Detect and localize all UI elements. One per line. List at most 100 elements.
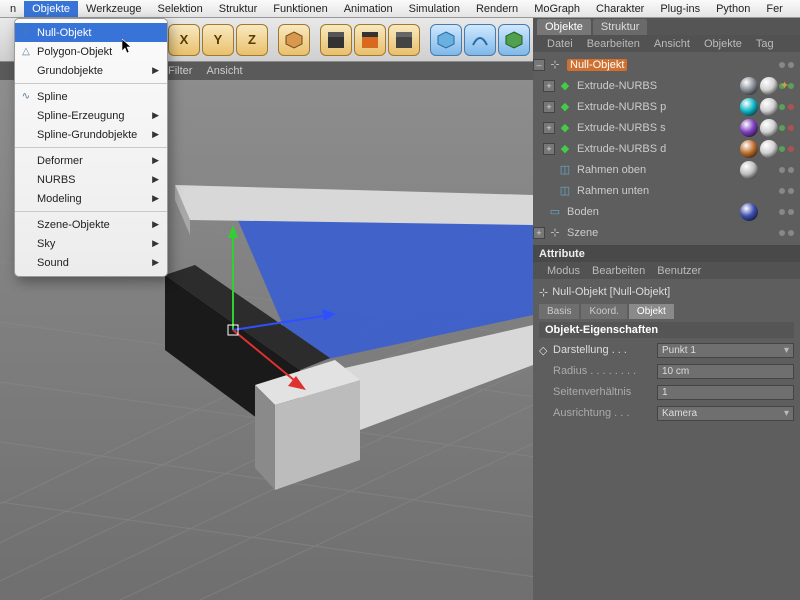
tab-koord[interactable]: Koord. [581, 304, 626, 319]
material-tag[interactable] [740, 77, 758, 95]
prop-dropdown[interactable]: Punkt 1 [657, 343, 794, 358]
material-tag[interactable] [760, 119, 778, 137]
object-row[interactable]: +⊹Szene [533, 222, 800, 243]
material-tag[interactable] [740, 98, 758, 116]
expand-toggle[interactable]: + [543, 143, 555, 155]
attr-menu-benutzer[interactable]: Benutzer [657, 265, 701, 277]
submenu-arrow-icon: ▶ [152, 129, 159, 140]
null-icon: ⊹ [19, 26, 33, 40]
submenu-arrow-icon: ▶ [152, 193, 159, 204]
attribute-body: ⊹Null-Objekt [Null-Objekt] Basis Koord. … [533, 279, 800, 600]
menu-spline[interactable]: ∿Spline [15, 87, 167, 106]
cube-tool-button[interactable] [278, 24, 310, 56]
menu-python[interactable]: Python [708, 1, 758, 17]
menu-grundobjekte[interactable]: Grundobjekte▶ [15, 61, 167, 80]
om-menu-bearbeiten[interactable]: Bearbeiten [587, 38, 640, 50]
object-name[interactable]: Extrude-NURBS d [577, 143, 666, 155]
om-menu-datei[interactable]: Datei [547, 38, 573, 50]
primitive-button[interactable] [430, 24, 462, 56]
tag-column: ✦ [740, 54, 796, 222]
menu-sky[interactable]: Sky▶ [15, 234, 167, 253]
expand-toggle[interactable]: + [543, 101, 555, 113]
view-menu-item[interactable]: Filter [168, 65, 192, 77]
menu-animation[interactable]: Animation [336, 1, 401, 17]
render-region-button[interactable] [354, 24, 386, 56]
menu-werkzeuge[interactable]: Werkzeuge [78, 1, 149, 17]
cube-icon [285, 31, 303, 49]
clapper-icon [395, 31, 413, 49]
menu-item[interactable]: Fer [758, 1, 791, 17]
object-name[interactable]: Rahmen unten [577, 185, 649, 197]
expand-toggle[interactable]: + [543, 122, 555, 134]
spline-icon [471, 31, 489, 49]
menu-objekte[interactable]: Objekte [24, 1, 78, 17]
menu-plugins[interactable]: Plug-ins [652, 1, 708, 17]
expand-toggle[interactable]: + [533, 227, 545, 239]
om-menu-ansicht[interactable]: Ansicht [654, 38, 690, 50]
object-name[interactable]: Null-Objekt [567, 59, 627, 71]
menu-null-objekt[interactable]: ⊹Null-Objekt [15, 23, 167, 42]
menu-spline-grundobjekte[interactable]: Spline-Grundobjekte▶ [15, 125, 167, 144]
menu-szene-objekte[interactable]: Szene-Objekte▶ [15, 215, 167, 234]
menu-sound[interactable]: Sound▶ [15, 253, 167, 272]
cube-icon [437, 31, 455, 49]
axis-x-button[interactable]: X [168, 24, 200, 56]
tab-struktur[interactable]: Struktur [593, 19, 648, 35]
expand-toggle[interactable]: + [543, 80, 555, 92]
menu-nurbs[interactable]: NURBS▶ [15, 170, 167, 189]
prop-dropdown[interactable]: Kamera [657, 406, 794, 421]
material-tag[interactable] [740, 140, 758, 158]
om-menu-tags[interactable]: Tag [756, 38, 774, 50]
material-tag[interactable] [760, 140, 778, 158]
menu-simulation[interactable]: Simulation [401, 1, 468, 17]
object-name[interactable]: Extrude-NURBS s [577, 122, 666, 134]
object-name[interactable]: Extrude-NURBS [577, 80, 657, 92]
attr-menu-bearbeiten[interactable]: Bearbeiten [592, 265, 645, 277]
nurbs-icon: ◆ [557, 120, 573, 136]
material-tag[interactable] [760, 77, 778, 95]
tab-basis[interactable]: Basis [539, 304, 579, 319]
object-name[interactable]: Szene [567, 227, 598, 239]
render-button[interactable] [320, 24, 352, 56]
prop-input[interactable]: 10 cm [657, 364, 794, 379]
axis-y-button[interactable]: Y [202, 24, 234, 56]
menu-item[interactable]: n [2, 1, 24, 17]
menu-polygon-objekt[interactable]: △Polygon-Objekt [15, 42, 167, 61]
objekte-dropdown: ⊹Null-Objekt △Polygon-Objekt Grundobjekt… [14, 18, 168, 277]
object-name[interactable]: Rahmen oben [577, 164, 646, 176]
spline-button[interactable] [464, 24, 496, 56]
object-manager-list[interactable]: –⊹Null-Objekt +◆Extrude-NURBS +◆Extrude-… [533, 52, 800, 245]
material-tag[interactable] [740, 161, 758, 179]
menu-modeling[interactable]: Modeling▶ [15, 189, 167, 208]
menu-mograph[interactable]: MoGraph [526, 1, 588, 17]
nurbs-button[interactable] [498, 24, 530, 56]
tab-objekt[interactable]: Objekt [629, 304, 674, 319]
menu-charakter[interactable]: Charakter [588, 1, 652, 17]
prop-input[interactable]: 1 [657, 385, 794, 400]
attr-menu-modus[interactable]: Modus [547, 265, 580, 277]
checkbox-icon[interactable]: ◇ [539, 344, 549, 357]
object-name[interactable]: Extrude-NURBS p [577, 101, 666, 113]
attr-title-text: Null-Objekt [Null-Objekt] [552, 286, 670, 298]
menu-deformer[interactable]: Deformer▶ [15, 151, 167, 170]
nurbs-icon: ◆ [557, 99, 573, 115]
menu-spline-erzeugung[interactable]: Spline-Erzeugung▶ [15, 106, 167, 125]
material-tag[interactable] [740, 119, 758, 137]
menu-selektion[interactable]: Selektion [149, 1, 210, 17]
tag-icon[interactable]: ✦ [780, 79, 789, 92]
material-tag[interactable] [740, 203, 758, 221]
attribute-panel-header[interactable]: Attribute [533, 245, 800, 262]
view-menu-item[interactable]: Ansicht [206, 65, 242, 77]
menu-rendern[interactable]: Rendern [468, 1, 526, 17]
object-manager-menu: Datei Bearbeiten Ansicht Objekte Tag [533, 35, 800, 52]
material-tag[interactable] [760, 98, 778, 116]
attribute-tabs: Basis Koord. Objekt [539, 304, 794, 319]
expand-toggle[interactable]: – [533, 59, 545, 71]
axis-z-button[interactable]: Z [236, 24, 268, 56]
tab-objekte[interactable]: Objekte [537, 19, 591, 35]
menu-struktur[interactable]: Struktur [211, 1, 266, 17]
render-settings-button[interactable] [388, 24, 420, 56]
om-menu-objekte[interactable]: Objekte [704, 38, 742, 50]
object-name[interactable]: Boden [567, 206, 599, 218]
menu-funktionen[interactable]: Funktionen [265, 1, 335, 17]
